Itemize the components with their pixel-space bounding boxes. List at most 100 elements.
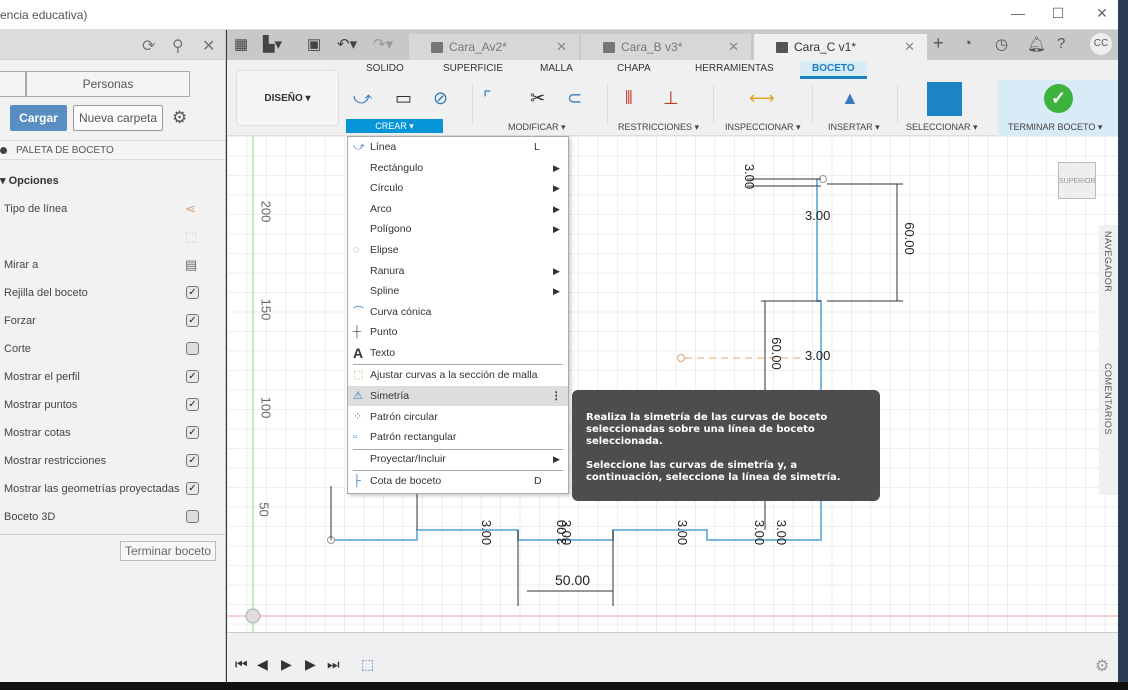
tab-cara-b[interactable]: Cara_B v3* ✕ bbox=[581, 34, 751, 60]
step-forward-icon[interactable]: ▶ bbox=[305, 656, 316, 673]
notifications-icon[interactable]: 🔔︎ bbox=[1027, 35, 1046, 53]
new-folder-button[interactable]: Nueva carpeta bbox=[73, 105, 163, 131]
go-to-end-icon[interactable]: ⏭ bbox=[327, 656, 340, 673]
dimension-label[interactable]: 3.00 bbox=[675, 520, 690, 545]
dimension-label[interactable]: 3.00 bbox=[742, 164, 757, 189]
show-dimensions-checkbox[interactable]: ✓ bbox=[186, 426, 199, 439]
help-icon[interactable]: ? bbox=[1057, 35, 1065, 52]
close-tab-icon[interactable]: ✕ bbox=[728, 34, 739, 60]
search-icon[interactable]: ⚲ bbox=[172, 36, 184, 56]
create-menu-button[interactable]: CREAR ▾ bbox=[346, 119, 443, 133]
refresh-icon[interactable]: ⟳ bbox=[142, 36, 155, 56]
menu-item-polygon[interactable]: Polígono ▶ bbox=[348, 219, 568, 239]
line-tool-icon[interactable]: ⤻ bbox=[353, 88, 372, 109]
sketch-feature-icon[interactable]: ⬚ bbox=[361, 656, 374, 673]
menu-item-circle[interactable]: Círculo ▶ bbox=[348, 178, 568, 198]
menu-item-conic-curve[interactable]: ⌒ Curva cónica bbox=[348, 302, 568, 322]
menu-item-spline[interactable]: Spline ▶ bbox=[348, 281, 568, 301]
dimension-label[interactable]: 3.00 bbox=[752, 520, 767, 545]
insert-menu-button[interactable]: INSERTAR ▾ bbox=[828, 122, 880, 133]
browser-tab[interactable]: NAVEGADOR bbox=[1103, 231, 1113, 292]
dimension-label[interactable]: 60.00 bbox=[902, 222, 917, 255]
menu-item-text[interactable]: A Texto bbox=[348, 343, 568, 363]
extensions-icon[interactable]: ◔ bbox=[963, 35, 972, 52]
horizontal-constraint-icon[interactable]: ⫴ bbox=[625, 88, 633, 109]
snap-checkbox[interactable]: ✓ bbox=[186, 314, 199, 327]
menu-item-project-include[interactable]: Proyectar/Incluir ▶ bbox=[348, 449, 568, 469]
inspect-menu-button[interactable]: INSPECCIONAR ▾ bbox=[725, 122, 801, 133]
comments-tab[interactable]: COMENTARIOS bbox=[1103, 363, 1113, 435]
close-icon[interactable]: ✕ bbox=[202, 36, 215, 56]
workspace-switcher[interactable]: DISEÑO ▾ bbox=[236, 70, 339, 126]
measure-icon[interactable]: ⟷ bbox=[749, 88, 775, 109]
menu-item-fit-curves[interactable]: ⬚ Ajustar curvas a la sección de malla bbox=[348, 365, 568, 385]
show-points-checkbox[interactable]: ✓ bbox=[186, 398, 199, 411]
gear-icon[interactable]: ⚙ bbox=[172, 108, 187, 128]
close-window-button[interactable]: ✕ bbox=[1092, 5, 1112, 22]
offset-tool-icon[interactable]: ⊂ bbox=[567, 88, 582, 109]
new-tab-icon[interactable]: + bbox=[933, 33, 944, 54]
finish-sketch-button[interactable]: Terminar boceto bbox=[119, 541, 216, 561]
tab-sketch[interactable]: BOCETO bbox=[800, 61, 867, 79]
timeline-settings-icon[interactable]: ⚙ bbox=[1095, 656, 1109, 676]
menu-item-ellipse[interactable]: ◌ Elipse bbox=[348, 240, 568, 260]
menu-item-point[interactable]: ┼ Punto bbox=[348, 322, 568, 342]
avatar[interactable]: CC bbox=[1090, 33, 1112, 55]
tab-mesh[interactable]: MALLA bbox=[540, 63, 573, 74]
segment-people[interactable]: Personas bbox=[26, 71, 190, 97]
dimension-label[interactable]: 50.00 bbox=[555, 572, 590, 588]
select-menu-button[interactable]: SELECCIONAR ▾ bbox=[906, 122, 978, 133]
construction-icon[interactable]: ⬚ bbox=[185, 229, 197, 245]
constraints-menu-button[interactable]: RESTRICCIONES ▾ bbox=[618, 122, 699, 133]
tab-solid[interactable]: SOLIDO bbox=[366, 63, 404, 74]
dimension-label[interactable]: 3.00 bbox=[554, 520, 569, 545]
finish-sketch-icon[interactable]: ✓ bbox=[1044, 84, 1073, 113]
redo-icon[interactable]: ↷▾ bbox=[373, 35, 393, 53]
rectangle-tool-icon[interactable]: ▭ bbox=[395, 88, 412, 109]
menu-item-rectangle[interactable]: Rectángulo ▶ bbox=[348, 158, 568, 178]
perpendicular-constraint-icon[interactable]: ⊥ bbox=[663, 88, 679, 109]
menu-item-sketch-dimension[interactable]: ├ Cota de boceto D bbox=[348, 471, 568, 491]
slice-checkbox[interactable] bbox=[186, 342, 199, 355]
sketch-grid-checkbox[interactable]: ✓ bbox=[186, 286, 199, 299]
upload-button[interactable]: Cargar bbox=[10, 105, 67, 131]
job-status-icon[interactable]: ◷ bbox=[995, 35, 1008, 53]
more-options-icon[interactable]: ⋮ bbox=[551, 386, 562, 406]
tab-sheet-metal[interactable]: CHAPA bbox=[617, 63, 651, 74]
tab-cara-a[interactable]: Cara_Av2* ✕ bbox=[409, 34, 579, 60]
dimension-label[interactable]: 3.00 bbox=[774, 520, 789, 545]
dimension-label[interactable]: 60.00 bbox=[769, 337, 784, 370]
undo-icon[interactable]: ↶▾ bbox=[337, 35, 357, 53]
dimension-label[interactable]: 3.00 bbox=[805, 348, 830, 363]
close-tab-icon[interactable]: ✕ bbox=[904, 34, 915, 60]
line-type-icon[interactable]: ⋖ bbox=[185, 201, 196, 217]
tab-cara-c[interactable]: Cara_C v1* ✕ bbox=[754, 34, 927, 60]
go-to-start-icon[interactable]: ⏮ bbox=[235, 656, 248, 673]
minimize-button[interactable]: — bbox=[1008, 5, 1028, 21]
step-back-icon[interactable]: ◀ bbox=[257, 656, 268, 673]
menu-item-arc[interactable]: Arco ▶ bbox=[348, 199, 568, 219]
dimension-label[interactable]: 3.00 bbox=[479, 520, 494, 545]
menu-item-circular-pattern[interactable]: ⁘ Patrón circular bbox=[348, 407, 568, 427]
3d-sketch-checkbox[interactable] bbox=[186, 510, 199, 523]
menu-item-mirror[interactable]: ⚠ Simetría ⋮ bbox=[348, 386, 568, 406]
options-heading[interactable]: ▾ Opciones bbox=[0, 174, 59, 187]
fillet-tool-icon[interactable]: ⌜ bbox=[483, 88, 491, 109]
select-icon[interactable] bbox=[927, 82, 962, 116]
show-projected-checkbox[interactable]: ✓ bbox=[186, 482, 199, 495]
maximize-button[interactable]: ☐ bbox=[1048, 5, 1068, 22]
trim-tool-icon[interactable]: ✂ bbox=[530, 88, 545, 109]
insert-image-icon[interactable]: ▲ bbox=[841, 88, 859, 109]
menu-item-slot[interactable]: Ranura ▶ bbox=[348, 261, 568, 281]
view-cube[interactable]: SUPERIOR bbox=[1058, 162, 1096, 199]
tab-tools[interactable]: HERRAMIENTAS bbox=[695, 63, 774, 74]
collapse-icon[interactable] bbox=[0, 147, 7, 154]
tab-surface[interactable]: SUPERFICIE bbox=[443, 63, 503, 74]
file-icon[interactable]: ▙▾ bbox=[263, 35, 282, 53]
modify-menu-button[interactable]: MODIFICAR ▾ bbox=[508, 122, 566, 133]
play-icon[interactable]: ▶ bbox=[281, 656, 292, 673]
dimension-label[interactable]: 3.00 bbox=[805, 208, 830, 223]
grid-menu-icon[interactable]: ▦ bbox=[234, 35, 248, 53]
show-constraints-checkbox[interactable]: ✓ bbox=[186, 454, 199, 467]
look-at-icon[interactable]: ▤ bbox=[185, 257, 197, 273]
